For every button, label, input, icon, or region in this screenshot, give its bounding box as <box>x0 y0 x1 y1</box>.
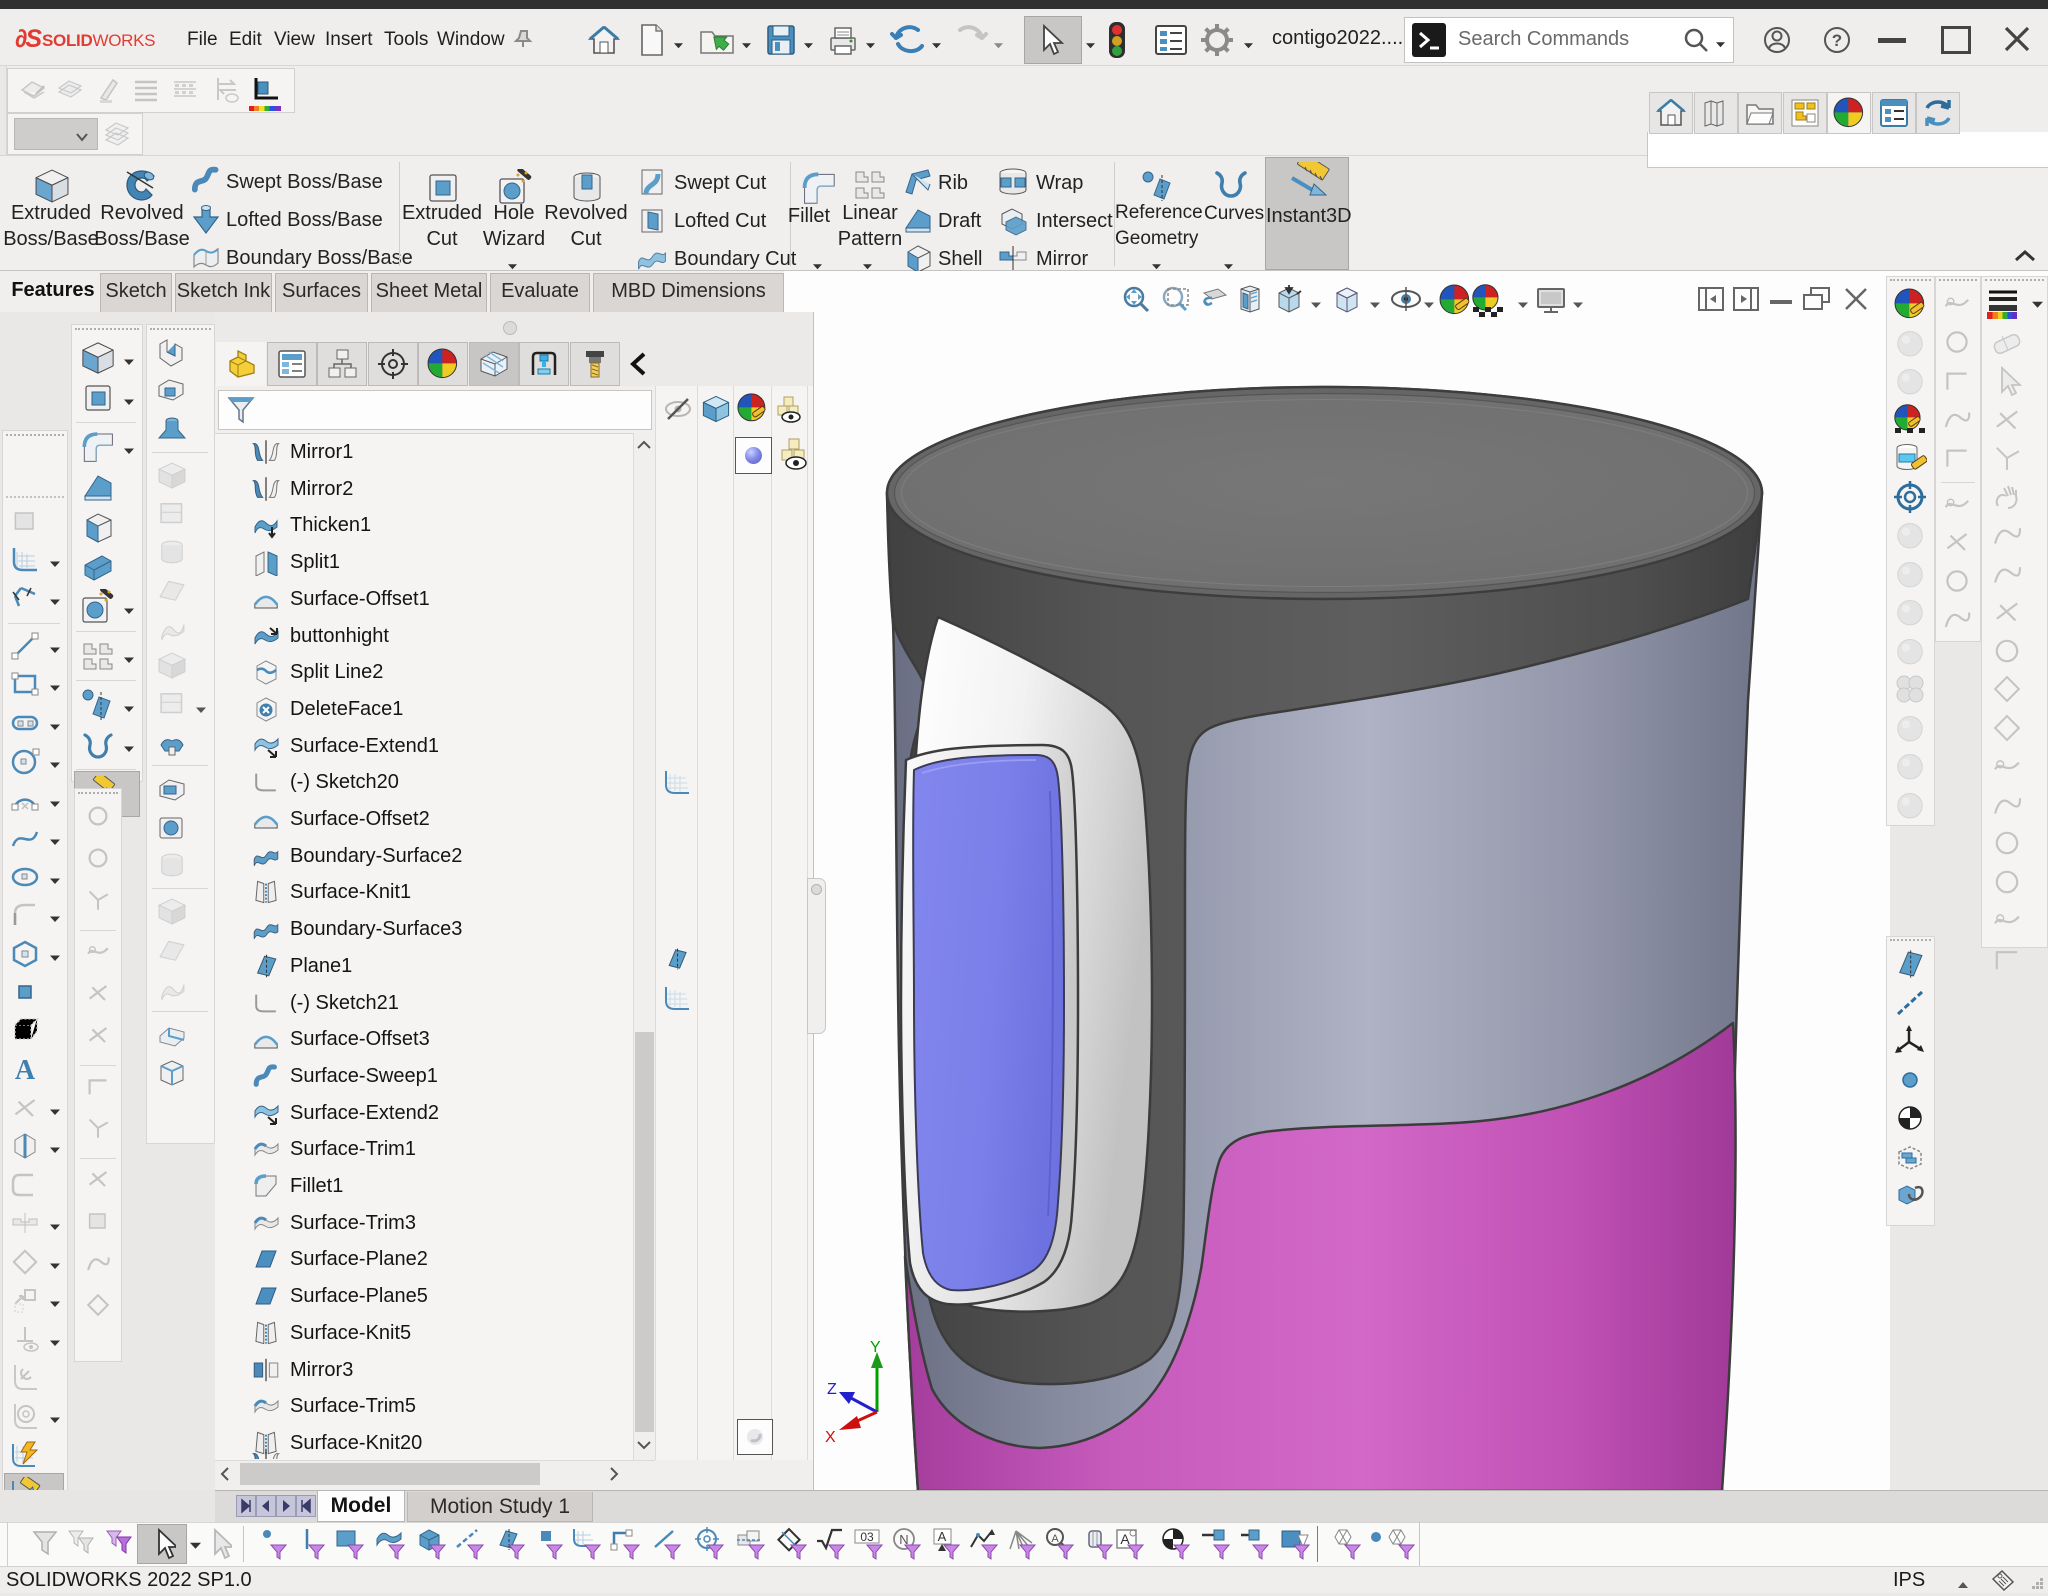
svg-text:X: X <box>825 1429 836 1446</box>
svg-text:A: A <box>15 1055 36 1085</box>
svg-text:A: A <box>938 1529 947 1544</box>
svg-text:?: ? <box>1832 31 1842 50</box>
svg-text:Y: Y <box>870 1340 881 1356</box>
svg-text:Z: Z <box>827 1381 837 1398</box>
svg-text:03: 03 <box>860 1530 874 1544</box>
